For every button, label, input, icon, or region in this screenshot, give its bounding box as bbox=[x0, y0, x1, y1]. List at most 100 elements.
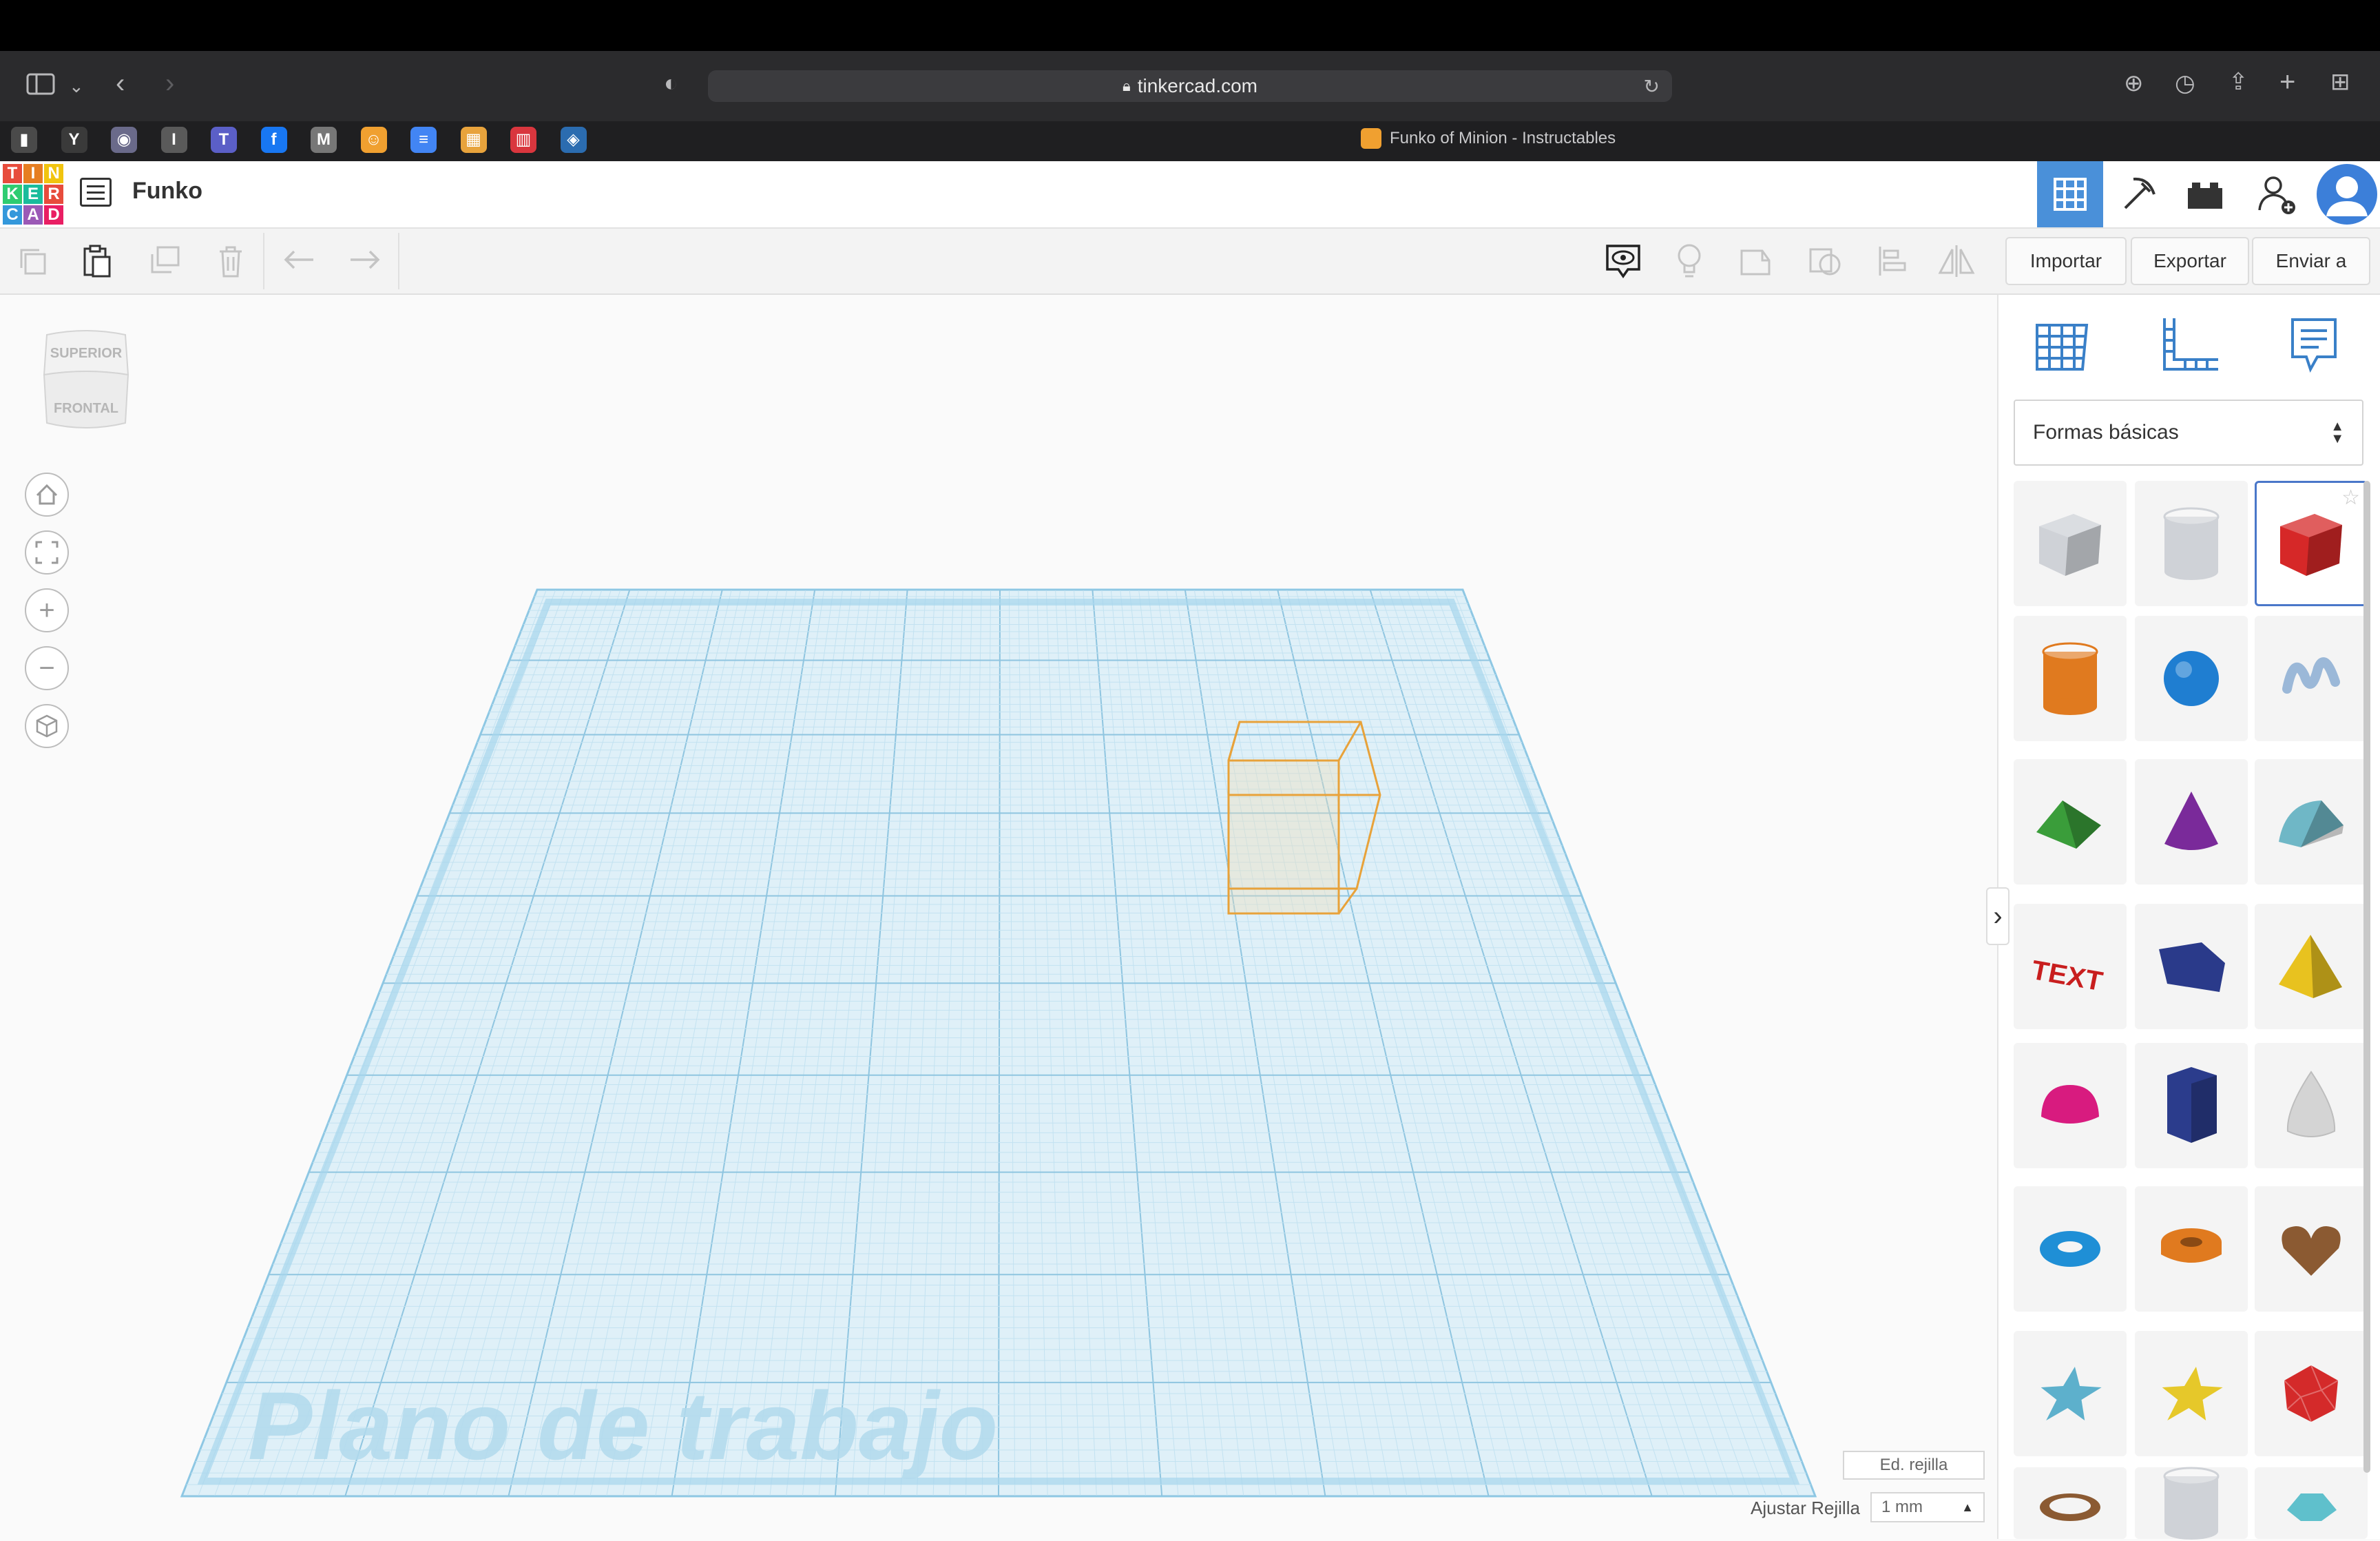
delete-button[interactable] bbox=[207, 237, 255, 285]
redo-button[interactable] bbox=[340, 237, 388, 285]
zoom-in-button[interactable]: + bbox=[25, 588, 69, 632]
ungroup-icon bbox=[1809, 248, 1841, 276]
hint-button[interactable] bbox=[1665, 237, 1713, 285]
shape-box-hole[interactable] bbox=[2014, 481, 2127, 606]
shape-cylinder-hole-2[interactable] bbox=[2135, 1467, 2248, 1540]
shape-torus[interactable] bbox=[2014, 1186, 2127, 1312]
shapes-scrollbar[interactable] bbox=[2363, 481, 2370, 1473]
favicon-5-icon[interactable]: T bbox=[211, 127, 237, 153]
shape-category-select[interactable]: Formas básicas ▲ ▼ bbox=[2014, 400, 2363, 466]
mirror-button[interactable] bbox=[1932, 237, 1981, 285]
shape-star-yellow[interactable] bbox=[2135, 1331, 2248, 1456]
favicon-8-icon[interactable]: ☺ bbox=[360, 127, 387, 153]
workplane-grid[interactable]: Plano de trabajo bbox=[0, 295, 1997, 1539]
shape-paraboloid[interactable] bbox=[2255, 1043, 2368, 1168]
home-view-button[interactable] bbox=[25, 473, 69, 517]
url-text: tinkercad.com bbox=[1137, 75, 1257, 96]
workplane-tool-button[interactable] bbox=[2027, 310, 2096, 379]
shape-icosahedron[interactable] bbox=[2255, 1331, 2368, 1456]
undo-icon bbox=[284, 250, 313, 269]
perspective-button[interactable] bbox=[25, 704, 69, 748]
bricks-view-button[interactable] bbox=[2172, 161, 2238, 227]
shape-wedge[interactable] bbox=[2135, 904, 2248, 1029]
back-arrow-icon[interactable]: ‹ bbox=[116, 70, 125, 97]
collapse-panel-button[interactable]: › bbox=[1986, 887, 2010, 945]
copy-button[interactable] bbox=[8, 237, 56, 285]
project-name[interactable]: Funko bbox=[132, 178, 202, 205]
duplicate-button[interactable] bbox=[140, 237, 189, 285]
favicon-6-icon[interactable]: f bbox=[260, 127, 287, 153]
favicon-12-icon[interactable]: ◈ bbox=[560, 127, 587, 153]
shield-icon[interactable]: ◐ bbox=[664, 72, 678, 95]
send-to-button[interactable]: Enviar a bbox=[2252, 237, 2370, 285]
group-button[interactable] bbox=[1731, 237, 1779, 285]
shape-sphere[interactable] bbox=[2135, 616, 2248, 741]
favicon-9-icon[interactable]: ≡ bbox=[410, 127, 437, 153]
history-icon[interactable]: ◷ bbox=[2175, 72, 2195, 95]
shape-star[interactable] bbox=[2014, 1331, 2127, 1456]
shape-tube[interactable] bbox=[2135, 1186, 2248, 1312]
ruler-tool-button[interactable] bbox=[2155, 310, 2224, 379]
notes-tool-button[interactable] bbox=[2279, 310, 2348, 379]
ring-icon bbox=[2036, 1482, 2105, 1524]
chevron-down-icon[interactable]: ⌄ bbox=[69, 74, 84, 98]
favorite-star-icon[interactable]: ☆ bbox=[2341, 486, 2360, 510]
favicon-3-icon[interactable]: ◉ bbox=[111, 127, 137, 153]
favicon-1-icon[interactable]: ▮ bbox=[11, 127, 37, 153]
logo-letter: K bbox=[3, 185, 22, 204]
favicon-4-icon[interactable]: I bbox=[160, 127, 187, 153]
paste-button[interactable] bbox=[73, 237, 121, 285]
add-user-button[interactable] bbox=[2244, 161, 2310, 227]
notes-button[interactable] bbox=[1599, 237, 1647, 285]
view-cube[interactable]: SUPERIOR FRONTAL bbox=[40, 327, 132, 437]
shape-polygon[interactable] bbox=[2135, 1043, 2248, 1168]
shape-roof[interactable] bbox=[2014, 759, 2127, 885]
view-cube-top-label[interactable]: SUPERIOR bbox=[40, 346, 132, 362]
shape-round-roof[interactable] bbox=[2255, 759, 2368, 885]
3d-design-view-button[interactable] bbox=[2037, 161, 2103, 227]
share-icon[interactable]: ⇪ bbox=[2228, 70, 2248, 94]
edit-grid-button[interactable]: Ed. rejilla bbox=[1843, 1451, 1985, 1480]
favicon-10-icon[interactable]: ▦ bbox=[460, 127, 487, 153]
svg-text:TEXT: TEXT bbox=[2032, 954, 2105, 991]
reload-icon[interactable]: ↻ bbox=[1644, 75, 1660, 98]
export-button[interactable]: Exportar bbox=[2131, 237, 2249, 285]
box-hole-icon bbox=[2032, 506, 2108, 581]
snap-grid-select[interactable]: 1 mm ▲ bbox=[1870, 1492, 1985, 1522]
import-button[interactable]: Importar bbox=[2005, 237, 2127, 285]
zoom-out-button[interactable]: − bbox=[25, 646, 69, 690]
shape-cylinder-hole[interactable] bbox=[2135, 481, 2248, 606]
sidebar-toggle-icon[interactable] bbox=[26, 73, 55, 99]
shape-box[interactable]: ☆ bbox=[2255, 481, 2368, 606]
shape-cone[interactable] bbox=[2135, 759, 2248, 885]
address-bar[interactable]: 🔒︎ tinkercad.com ↻ bbox=[708, 70, 1672, 102]
ungroup-button[interactable] bbox=[1802, 237, 1850, 285]
tab-overview-icon[interactable]: ⊞ bbox=[2330, 70, 2350, 94]
shape-teal-shape[interactable] bbox=[2255, 1467, 2368, 1539]
undo-button[interactable] bbox=[275, 237, 324, 285]
shape-heart[interactable] bbox=[2255, 1186, 2368, 1312]
favicon-2-icon[interactable]: Y bbox=[61, 127, 87, 153]
new-tab-icon[interactable]: + bbox=[2279, 68, 2295, 96]
blocks-view-button[interactable] bbox=[2106, 161, 2172, 227]
shape-half-sphere[interactable] bbox=[2014, 1043, 2127, 1168]
workplane-icon bbox=[2036, 324, 2089, 371]
align-button[interactable] bbox=[1868, 237, 1916, 285]
profile-avatar[interactable] bbox=[2314, 161, 2380, 227]
view-cube-front-label[interactable]: FRONTAL bbox=[40, 401, 132, 417]
fit-view-button[interactable] bbox=[25, 530, 69, 575]
favicon-7-icon[interactable]: M bbox=[311, 127, 337, 153]
shape-pyramid[interactable] bbox=[2255, 904, 2368, 1029]
shape-text[interactable]: TEXT bbox=[2014, 904, 2127, 1029]
roof-icon bbox=[2032, 791, 2108, 853]
perspective-cube-icon bbox=[36, 714, 58, 738]
shape-scribble[interactable] bbox=[2255, 616, 2368, 741]
favicon-11-icon[interactable]: ▥ bbox=[510, 127, 536, 153]
active-tab[interactable]: Funko of Minion - Instructables bbox=[1361, 128, 1616, 149]
download-icon[interactable]: ⊕ bbox=[2124, 72, 2144, 95]
shape-cylinder[interactable] bbox=[2014, 616, 2127, 741]
design-list-icon[interactable] bbox=[80, 178, 112, 207]
shape-ring[interactable] bbox=[2014, 1467, 2127, 1539]
tinkercad-logo[interactable]: TIN KER CAD bbox=[3, 164, 63, 225]
forward-arrow-icon[interactable]: › bbox=[165, 70, 174, 97]
